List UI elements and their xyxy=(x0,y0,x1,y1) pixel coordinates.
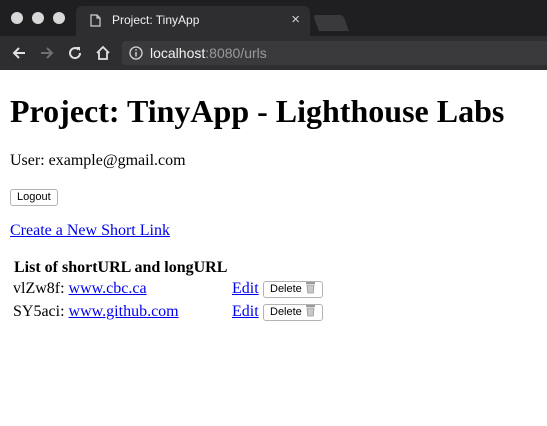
active-tab[interactable]: Project: TinyApp × xyxy=(76,6,310,36)
table-row: vlZw8f: www.cbc.ca Edit Delete xyxy=(13,280,343,302)
url-list-title: List of shortURL and longURL xyxy=(14,259,228,276)
tab-close-icon[interactable]: × xyxy=(291,11,300,28)
forward-arrow-icon[interactable] xyxy=(36,42,58,64)
long-url-link[interactable]: www.github.com xyxy=(69,303,179,320)
page-content: Project: TinyApp - Lighthouse Labs User:… xyxy=(10,70,547,426)
long-url-link[interactable]: www.cbc.ca xyxy=(69,280,147,297)
table-row: SY5aci: www.github.com Edit Delete xyxy=(13,303,343,325)
trash-icon xyxy=(305,304,316,322)
short-url-code: vlZw8f: www.cbc.ca xyxy=(13,280,147,297)
minimize-window-dot[interactable] xyxy=(32,12,44,24)
edit-link[interactable]: Edit xyxy=(232,303,259,321)
user-email: User: example@gmail.com xyxy=(10,152,186,169)
delete-button[interactable]: Delete xyxy=(263,281,323,298)
tab-title: Project: TinyApp xyxy=(112,13,200,27)
close-window-dot[interactable] xyxy=(11,12,23,24)
back-arrow-icon[interactable] xyxy=(8,42,30,64)
logout-button[interactable]: Logout xyxy=(10,189,58,206)
trash-icon xyxy=(305,281,316,299)
maximize-window-dot[interactable] xyxy=(53,12,65,24)
info-icon[interactable] xyxy=(129,46,143,65)
new-tab-button[interactable] xyxy=(313,15,349,31)
browser-toolbar: localhost:8080/urls xyxy=(0,36,547,70)
delete-button[interactable]: Delete xyxy=(263,304,323,321)
address-bar[interactable]: localhost:8080/urls xyxy=(122,41,547,65)
tab-bar: Project: TinyApp × xyxy=(0,0,547,36)
page-title: Project: TinyApp - Lighthouse Labs xyxy=(10,93,505,129)
url-text: localhost:8080/urls xyxy=(150,45,267,61)
document-icon xyxy=(90,14,101,32)
create-short-link[interactable]: Create a New Short Link xyxy=(10,222,170,240)
reload-icon[interactable] xyxy=(64,42,86,64)
short-url-code: SY5aci: www.github.com xyxy=(13,303,179,320)
home-icon[interactable] xyxy=(92,42,114,64)
edit-link[interactable]: Edit xyxy=(232,280,259,298)
